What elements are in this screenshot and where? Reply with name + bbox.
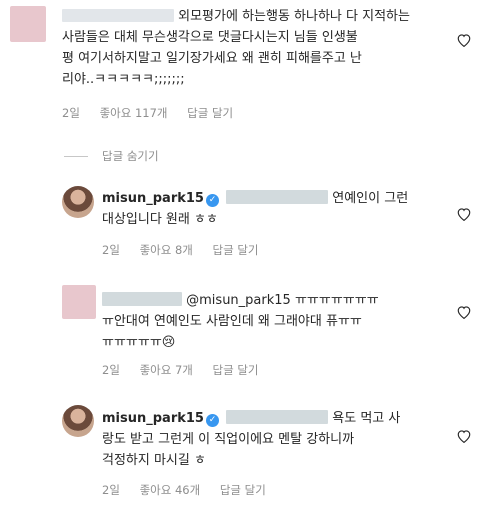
heart-icon[interactable] xyxy=(456,304,472,320)
comment-text: misun_park15 ✓ 욕도 먹고 사 랑도 받고 그런게 이 직업이에요 … xyxy=(102,410,401,468)
timestamp: 2일 xyxy=(102,483,120,497)
redacted-mention xyxy=(226,410,329,424)
like-count[interactable]: 좋아요 46개 xyxy=(140,483,201,497)
like-count[interactable]: 좋아요 8개 xyxy=(140,243,193,257)
redacted-username xyxy=(62,9,174,22)
hide-replies-button[interactable]: 답글 숨기기 xyxy=(64,148,159,164)
avatar[interactable] xyxy=(10,6,46,42)
mention-link[interactable]: @misun_park15 xyxy=(186,293,291,308)
username[interactable]: misun_park15 xyxy=(102,191,204,206)
reply-button[interactable]: 답글 달기 xyxy=(187,106,233,120)
comment-meta: 2일 좋아요 8개 답글 달기 xyxy=(102,242,275,258)
redacted-username xyxy=(102,292,182,306)
reply-button[interactable]: 답글 달기 xyxy=(213,243,259,257)
avatar[interactable] xyxy=(62,285,96,319)
heart-icon[interactable] xyxy=(456,428,472,444)
timestamp: 2일 xyxy=(102,243,120,257)
comment-text: @misun_park15 ㅠㅠㅠㅠㅠㅠㅠ ㅠ안대여 연예인도 사람인데 왜 그… xyxy=(102,292,379,350)
timestamp: 2일 xyxy=(102,363,120,377)
reply-button[interactable]: 답글 달기 xyxy=(213,363,259,377)
like-count[interactable]: 좋아요 7개 xyxy=(140,363,193,377)
like-count[interactable]: 좋아요 117개 xyxy=(100,106,168,120)
reply-button[interactable]: 답글 달기 xyxy=(220,483,266,497)
redacted-mention xyxy=(226,190,329,204)
comment-meta: 2일 좋아요 117개 답글 달기 xyxy=(62,105,249,121)
comment-meta: 2일 좋아요 7개 답글 달기 xyxy=(102,362,275,378)
username[interactable]: misun_park15 xyxy=(102,411,204,426)
heart-icon[interactable] xyxy=(456,206,472,222)
verified-badge-icon: ✓ xyxy=(205,414,219,427)
avatar[interactable] xyxy=(62,405,94,437)
timestamp: 2일 xyxy=(62,106,80,120)
divider-line xyxy=(64,156,88,157)
avatar[interactable] xyxy=(62,186,94,218)
comment-meta: 2일 좋아요 46개 답글 달기 xyxy=(102,482,282,498)
comment-text: misun_park15 ✓ 연예인이 그런 대상입니다 원래 ㅎㅎ xyxy=(102,190,409,227)
verified-badge-icon: ✓ xyxy=(205,194,219,207)
comment-text: 외모평가에 하는행동 하나하나 다 지적하는 사람들은 대체 무슨생각으로 댓글… xyxy=(62,9,410,87)
heart-icon[interactable] xyxy=(456,32,472,48)
